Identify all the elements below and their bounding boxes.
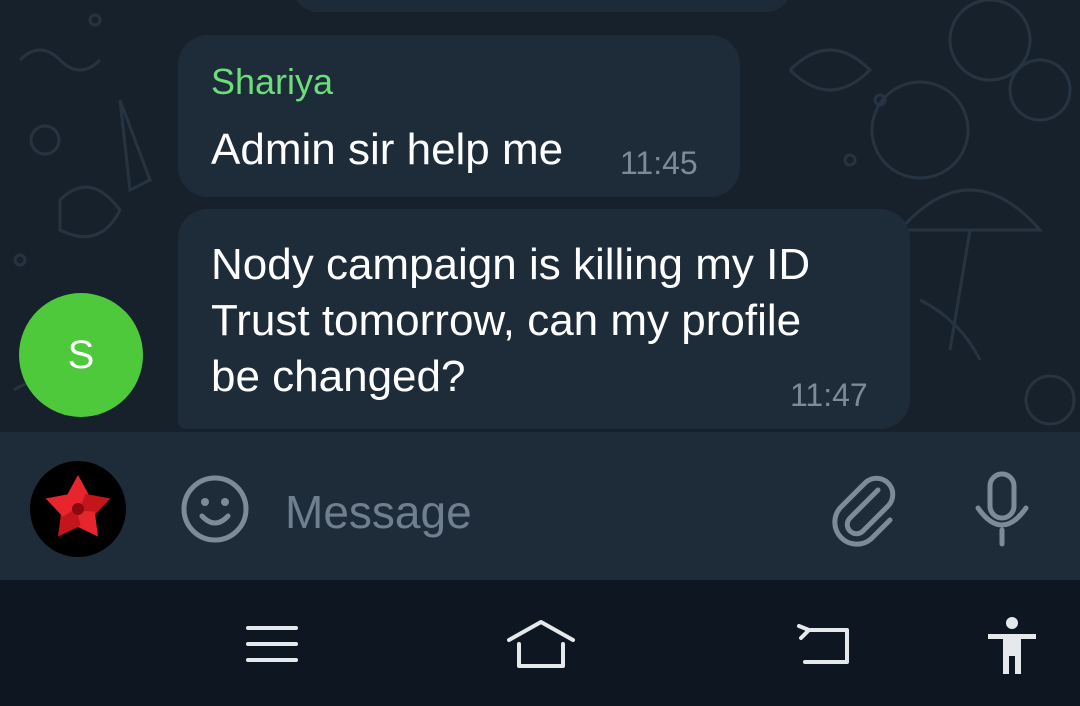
message-input[interactable] [285, 482, 805, 542]
sender-name[interactable]: Shariya [211, 61, 333, 103]
system-navigation-bar [0, 580, 1080, 706]
message-time: 11:45 [620, 145, 698, 181]
flower-logo-icon [45, 475, 111, 537]
voice-message-button[interactable] [970, 470, 1034, 550]
home-button[interactable] [505, 618, 577, 670]
back-button[interactable] [795, 622, 853, 666]
send-as-avatar[interactable] [30, 461, 126, 557]
message-text: Nody campaign is killing my ID Trust tom… [211, 237, 891, 405]
message-line: Nody campaign is killing my ID [211, 240, 811, 289]
attach-button[interactable] [830, 472, 900, 548]
accessibility-icon [988, 617, 1036, 674]
message-line: Trust tomorrow, can my profile [211, 296, 802, 345]
message-bubble[interactable]: Shariya Admin sir help me 11:45 [178, 35, 740, 197]
recent-apps-icon [246, 626, 298, 662]
recent-apps-button[interactable] [244, 624, 300, 664]
message-time: 11:47 [790, 377, 868, 413]
date-pill [292, 0, 792, 12]
back-icon [797, 624, 849, 664]
paperclip-icon [832, 475, 896, 547]
home-icon [507, 620, 575, 668]
message-composer [0, 432, 1080, 580]
sender-avatar[interactable]: S [19, 293, 143, 417]
emoji-button[interactable] [180, 474, 250, 544]
chat-area: Shariya Admin sir help me 11:45 Nody cam… [0, 0, 1080, 432]
smiley-face-icon [181, 475, 249, 543]
message-text: Admin sir help me [211, 125, 564, 174]
message-line: be changed? [211, 352, 466, 401]
microphone-icon [975, 471, 1029, 547]
message-bubble[interactable]: Nody campaign is killing my ID Trust tom… [178, 209, 910, 429]
accessibility-button[interactable] [985, 616, 1039, 676]
avatar-initial: S [67, 332, 95, 377]
